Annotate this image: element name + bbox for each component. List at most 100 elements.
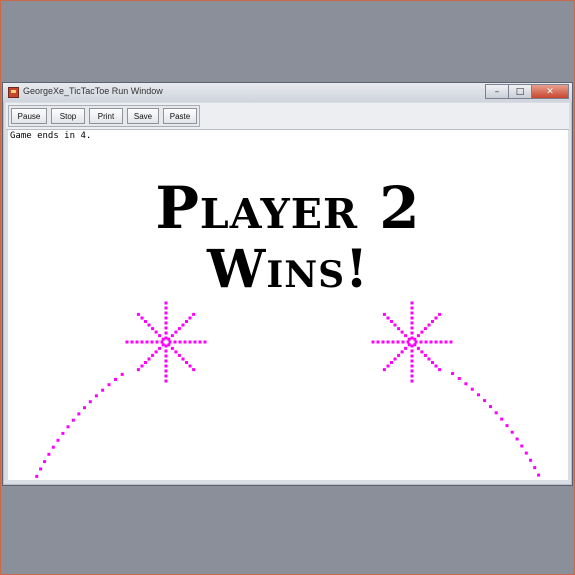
sparkle-icon (94, 394, 98, 398)
close-icon[interactable]: ✕ (531, 84, 569, 99)
sparkle-icon (164, 326, 168, 330)
sparkle-icon (413, 337, 417, 341)
sparkle-icon (107, 383, 111, 387)
sparkle-icon (524, 451, 528, 455)
sparkle-icon (410, 331, 414, 335)
sparkle-icon (410, 379, 414, 383)
sparkle-icon (167, 337, 171, 341)
sparkle-icon (410, 306, 414, 310)
sparkle-icon (168, 340, 172, 344)
sparkle-icon (164, 369, 168, 373)
sparkle-icon (151, 353, 155, 357)
toolbar: Pause Stop Print Save Paste (6, 103, 569, 130)
sparkle-icon (188, 364, 192, 368)
sparkle-icon (192, 312, 196, 316)
sparkle-icon (423, 327, 427, 331)
sparkle-icon (410, 349, 414, 353)
sparkle-icon (61, 431, 65, 435)
sparkle-icon (510, 430, 514, 434)
sparkle-icon (136, 312, 140, 316)
title-bar[interactable]: GeorgeXe_TicTacToe Run Window – □ ✕ (3, 83, 572, 102)
sparkle-icon (155, 340, 159, 344)
sparkle-icon (161, 337, 165, 341)
sparkle-icon (477, 393, 480, 397)
sparkle-icon (410, 364, 414, 368)
sparkle-icon (427, 357, 431, 361)
window-controls: – □ ✕ (485, 84, 569, 100)
sparkle-icon (431, 320, 434, 323)
sparkle-icon (416, 346, 420, 350)
sparkle-icon (66, 425, 70, 429)
sparkle-icon (164, 311, 168, 315)
sparkle-icon (381, 340, 385, 344)
sparkle-icon (193, 340, 197, 344)
sparkle-icon (416, 334, 420, 338)
game-canvas[interactable]: Game ends in 4. Player 2 Wins! (8, 130, 568, 480)
sparkle-icon (192, 368, 196, 372)
sparkle-icon (170, 346, 174, 350)
sparkle-icon (400, 330, 404, 334)
sparkle-icon (483, 399, 487, 403)
sparkle-icon (410, 336, 414, 340)
sparkle-icon (140, 364, 144, 368)
sparkle-icon (164, 359, 168, 363)
maximize-icon[interactable]: □ (508, 84, 532, 99)
sparkle-icon (520, 444, 524, 448)
sparkle-icon (83, 406, 86, 410)
pause-button[interactable]: Pause (11, 108, 47, 124)
sparkle-icon (114, 377, 117, 381)
sparkle-icon (198, 340, 202, 344)
sparkle-icon (164, 321, 168, 325)
sparkle-icon (43, 460, 47, 464)
window-title: GeorgeXe_TicTacToe Run Window (23, 86, 163, 96)
sparkle-icon (397, 327, 401, 331)
sparkle-icon (160, 340, 164, 344)
sparkle-icon (136, 368, 140, 372)
sparkle-icon (438, 368, 442, 372)
sparkle-icon (145, 340, 149, 344)
paste-button[interactable]: Paste (163, 108, 197, 124)
sparkle-icon (404, 346, 408, 350)
sparkle-icon (177, 353, 181, 357)
sparkle-icon (401, 340, 405, 344)
sparkle-icon (125, 340, 129, 344)
sparkle-icon (464, 382, 468, 386)
sparkle-icon (537, 473, 541, 477)
sparkle-icon (429, 340, 433, 344)
sparkle-icon (410, 311, 414, 315)
sparkle-icon (382, 312, 386, 316)
sparkle-icon (390, 320, 393, 323)
sparkle-icon (407, 343, 411, 347)
save-button[interactable]: Save (127, 108, 159, 124)
sparkle-icon (150, 340, 154, 344)
stop-button[interactable]: Stop (51, 108, 85, 124)
result-title: Player 2 (155, 174, 421, 242)
sparkle-icon (164, 331, 168, 335)
sparkle-icon (183, 340, 187, 344)
sparkle-icon (120, 372, 124, 376)
sparkle-icon (174, 350, 178, 354)
sparkle-icon (431, 361, 434, 364)
sparkle-icon (39, 467, 43, 471)
sparkle-icon (434, 316, 438, 320)
sparkle-icon (410, 321, 414, 325)
sparkle-icon (188, 340, 192, 344)
sparkle-icon (371, 340, 375, 344)
sparkle-icon (51, 445, 55, 449)
minimize-icon[interactable]: – (485, 84, 509, 99)
sparkle-icon (56, 438, 60, 442)
sparkle-icon (386, 316, 390, 320)
sparkle-icon (382, 368, 386, 372)
sparkle-icon (164, 374, 168, 378)
sparkle-icon (35, 474, 39, 478)
sparkle-icon (414, 340, 418, 344)
sparkle-icon (449, 340, 453, 344)
sparkle-icon (174, 330, 178, 334)
sparkle-icon (164, 301, 168, 305)
print-button[interactable]: Print (89, 108, 123, 124)
sparkle-icon (391, 340, 395, 344)
sparkle-icon (410, 344, 414, 348)
sparkle-icon (154, 350, 158, 354)
sparkle-icon (135, 340, 139, 344)
sparkle-icon (164, 349, 168, 353)
